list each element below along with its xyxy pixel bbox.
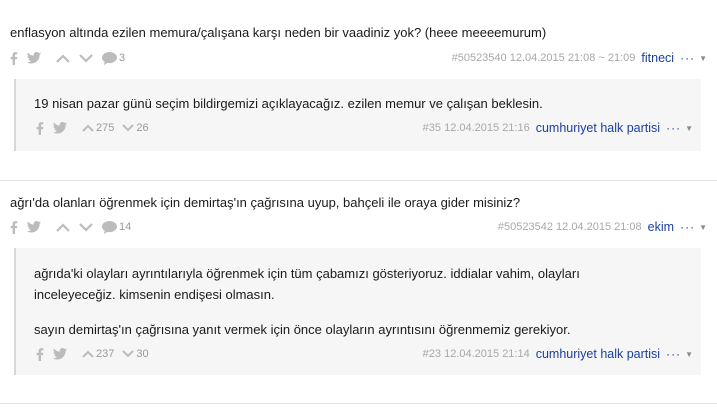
reply-toolbar: 237 30 #23 12.04.2015 21:14 cumhuriyet h… xyxy=(36,345,693,363)
chevron-up-icon[interactable] xyxy=(82,350,94,358)
twitter-icon[interactable] xyxy=(27,221,41,233)
chevron-down-icon[interactable] xyxy=(122,124,135,132)
entry-author[interactable]: ekim xyxy=(648,220,674,234)
question-text: ağrı'da olanları öğrenmek için demirtaş'… xyxy=(10,195,521,210)
reply-author[interactable]: cumhuriyet halk partisi xyxy=(536,347,660,361)
entry: ağrı'da olanları öğrenmek için demirtaş'… xyxy=(0,180,717,405)
entry-author[interactable]: fitneci xyxy=(641,51,674,65)
reply-text-line: inceleyeceğiz. kimsenin endişesi olmasın… xyxy=(34,287,275,302)
more-options[interactable]: ··· xyxy=(666,347,681,361)
twitter-icon[interactable] xyxy=(53,348,67,360)
more-options[interactable]: ··· xyxy=(680,220,695,234)
reply-info[interactable]: #35 12.04.2015 21:16 xyxy=(423,122,530,134)
reply-text-line: ağrıda'ki olayları ayrıntılarıyla öğrenm… xyxy=(34,266,580,281)
downvote-count: 26 xyxy=(136,122,149,134)
caret-down-icon[interactable]: ▼ xyxy=(699,223,707,232)
entry-toolbar: 3 #50523540 12.04.2015 21:08 ~ 21:09 fit… xyxy=(10,49,707,67)
entry: enflasyon altında ezilen memura/çalışana… xyxy=(0,0,717,165)
reply-info[interactable]: #23 12.04.2015 21:14 xyxy=(423,348,530,360)
speech-bubble-icon[interactable] xyxy=(102,51,117,65)
caret-down-icon[interactable]: ▼ xyxy=(685,350,693,359)
reply-toolbar: 275 26 #35 12.04.2015 21:16 cumhuriyet h… xyxy=(36,119,693,137)
reply-box: ağrıda'ki olayları ayrıntılarıyla öğrenm… xyxy=(14,248,701,375)
upvote-count: 237 xyxy=(96,348,115,360)
question-text: enflasyon altında ezilen memura/çalışana… xyxy=(10,25,547,40)
facebook-icon[interactable] xyxy=(36,121,44,135)
chevron-up-icon[interactable] xyxy=(82,124,94,132)
reply-text: 19 nisan pazar günü seçim bildirgemizi a… xyxy=(34,96,543,111)
more-options[interactable]: ··· xyxy=(666,121,681,135)
comment-count[interactable]: 14 xyxy=(119,221,131,233)
entry-info[interactable]: #50523542 12.04.2015 21:08 xyxy=(498,221,642,233)
chevron-up-icon[interactable] xyxy=(56,53,70,63)
upvote-count: 275 xyxy=(96,122,115,134)
more-options[interactable]: ··· xyxy=(680,51,695,65)
twitter-icon[interactable] xyxy=(27,52,41,64)
caret-down-icon[interactable]: ▼ xyxy=(685,124,693,133)
entry-info[interactable]: #50523540 12.04.2015 21:08 ~ 21:09 xyxy=(452,52,636,64)
caret-down-icon[interactable]: ▼ xyxy=(699,54,707,63)
facebook-icon[interactable] xyxy=(10,51,18,65)
chevron-down-icon[interactable] xyxy=(122,350,135,358)
reply-border xyxy=(14,248,16,375)
speech-bubble-icon[interactable] xyxy=(102,220,117,234)
entry-divider xyxy=(0,403,717,404)
downvote-count: 30 xyxy=(136,348,149,360)
reply-box: 19 nisan pazar günü seçim bildirgemizi a… xyxy=(14,79,701,151)
chevron-down-icon[interactable] xyxy=(79,222,93,232)
reply-author[interactable]: cumhuriyet halk partisi xyxy=(536,121,660,135)
reply-border xyxy=(14,79,16,151)
facebook-icon[interactable] xyxy=(10,220,18,234)
chevron-up-icon[interactable] xyxy=(56,222,70,232)
reply-text-line: sayın demirtaş'ın çağrısına yanıt vermek… xyxy=(34,322,571,337)
twitter-icon[interactable] xyxy=(53,122,67,134)
comment-count[interactable]: 3 xyxy=(119,52,125,64)
entry-toolbar: 14 #50523542 12.04.2015 21:08 ekim ··· ▼ xyxy=(10,218,707,236)
facebook-icon[interactable] xyxy=(36,347,44,361)
chevron-down-icon[interactable] xyxy=(79,53,93,63)
